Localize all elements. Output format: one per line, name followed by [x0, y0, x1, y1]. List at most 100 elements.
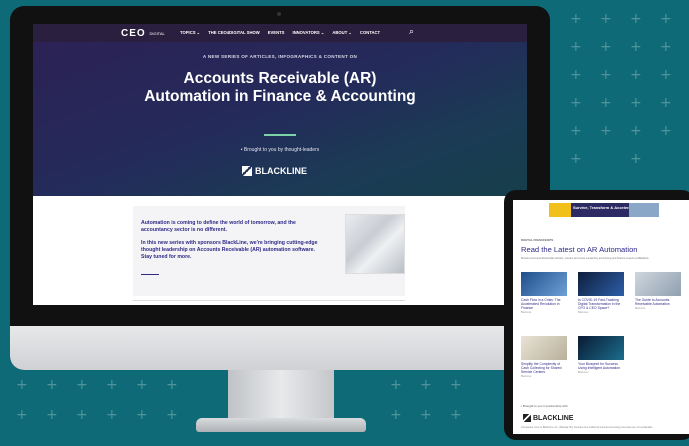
camera-icon: [277, 12, 281, 16]
article-title: The Guide to Accounts Receivable Automat…: [635, 298, 670, 306]
tablet-sponsor-name: BLACKLINE: [533, 414, 574, 422]
intro-panel: Automation is coming to define the world…: [133, 206, 405, 296]
plus-icon: +: [390, 407, 402, 423]
plus-icon: +: [76, 407, 88, 423]
article-card[interactable]: The Guide to Accounts Receivable Automat…: [635, 272, 681, 310]
tablet-brought-by: • Brought to you in partnership with: [521, 404, 568, 408]
brought-by-text: • Brought to you by thought-leaders: [240, 147, 320, 153]
monitor-base: [196, 418, 366, 432]
article-title: Is COVID-19 Fast-Tracking Digital Transf…: [578, 298, 621, 310]
section-divider: [133, 300, 405, 301]
tablet-description: Browse Accounts Receivable articles, con…: [521, 257, 650, 260]
plus-icon: +: [136, 407, 148, 423]
search-icon[interactable]: ⌕: [409, 27, 414, 37]
article-card[interactable]: Your Blueprint for Success Using Intelli…: [578, 336, 624, 374]
plus-icon: +: [660, 67, 672, 83]
plus-icon: +: [600, 39, 612, 55]
tablet-sponsor-logo[interactable]: BLACKLINE: [523, 414, 573, 422]
intro-photo: [345, 214, 405, 274]
plus-icon: +: [630, 67, 642, 83]
article-card[interactable]: Simplify the Complexity of Cash Collecti…: [521, 336, 567, 378]
sponsor-name: BLACKLINE: [255, 166, 307, 176]
article-meta: BlackLine: [635, 307, 646, 310]
tablet-screen: Survive, Transform & Accelerate DIGITAL …: [513, 200, 689, 434]
article-thumbnail: [635, 272, 681, 296]
section-label: DIGITAL FINANCEOPS: [521, 238, 554, 242]
plus-icon: +: [16, 377, 28, 393]
article-thumbnail: [578, 272, 624, 296]
ad-banner[interactable]: Survive, Transform & Accelerate: [549, 203, 659, 217]
plus-icon: +: [630, 39, 642, 55]
plus-icon: +: [570, 95, 582, 111]
article-title: Cash Flow in a Crisis: The Accelerated R…: [521, 298, 561, 310]
logo-text: CEO: [121, 28, 146, 39]
logo-suffix: DIGITAL: [149, 30, 165, 36]
article-thumbnail: [521, 272, 567, 296]
article-thumbnail: [521, 336, 567, 360]
article-card[interactable]: Cash Flow in a Crisis: The Accelerated R…: [521, 272, 567, 314]
plus-icon: +: [46, 377, 58, 393]
article-meta: BlackLine: [578, 371, 589, 374]
page-title: Accounts Receivable (AR) Automation in F…: [144, 70, 416, 105]
plus-icon: +: [630, 95, 642, 111]
ad-image-left: [549, 203, 571, 217]
article-meta: BlackLine: [521, 375, 532, 378]
article-title: Your Blueprint for Success Using Intelli…: [578, 362, 621, 370]
ad-text: Survive, Transform & Accelerate: [573, 205, 635, 210]
nav-item-show[interactable]: THE CEO4DIGITAL SHOW: [208, 30, 260, 35]
blackline-mark-icon: [242, 166, 252, 176]
plus-icon: +: [660, 123, 672, 139]
nav-item-innovators[interactable]: INNOVATORS ⌄: [292, 30, 324, 35]
plus-icon: +: [420, 407, 432, 423]
nav-item-topics[interactable]: TOPICS ⌄: [180, 30, 200, 35]
plus-icon: +: [630, 123, 642, 139]
title-underline: [264, 134, 296, 136]
nav-item-about[interactable]: ABOUT ⌄: [332, 30, 352, 35]
nav-menu: TOPICS ⌄ THE CEO4DIGITAL SHOW EVENTS INN…: [180, 30, 380, 35]
plus-icon: +: [570, 39, 582, 55]
hero-kicker: A NEW SERIES OF ARTICLES, INFOGRAPHICS &…: [202, 54, 358, 59]
plus-icon: +: [600, 123, 612, 139]
nav-item-contact[interactable]: CONTACT: [360, 30, 380, 35]
article-thumbnail: [578, 336, 624, 360]
site-logo[interactable]: CEO DIGITAL: [121, 28, 165, 39]
plus-icon: +: [570, 11, 582, 27]
plus-icon: +: [166, 407, 178, 423]
plus-icon: +: [106, 407, 118, 423]
plus-icon: +: [450, 407, 462, 423]
intro-paragraph-1: Automation is coming to define the world…: [141, 220, 296, 234]
plus-icon: +: [420, 377, 432, 393]
blackline-mark-icon: [523, 414, 531, 422]
article-meta: BlackLine: [578, 311, 589, 314]
desktop-screen: CEO DIGITAL TOPICS ⌄ THE CEO4DIGITAL SHO…: [33, 24, 527, 305]
article-title: Simplify the Complexity of Cash Collecti…: [521, 362, 562, 374]
plus-icon: +: [570, 151, 582, 167]
plus-icon: +: [166, 377, 178, 393]
plus-icon: +: [660, 95, 672, 111]
article-meta: BlackLine: [521, 311, 532, 314]
plus-icon: +: [630, 11, 642, 27]
hero-banner: A NEW SERIES OF ARTICLES, INFOGRAPHICS &…: [33, 42, 527, 196]
site-nav: CEO DIGITAL TOPICS ⌄ THE CEO4DIGITAL SHO…: [33, 24, 527, 42]
tablet-heading: Read the Latest on AR Automation: [521, 245, 638, 254]
plus-icon: +: [450, 377, 462, 393]
sponsor-logo[interactable]: BLACKLINE: [242, 166, 307, 176]
plus-icon: +: [630, 151, 642, 167]
intro-paragraph-2: In this new series with sponsors BlackLi…: [141, 240, 318, 261]
nav-item-events[interactable]: EVENTS: [268, 30, 285, 35]
plus-icon: +: [570, 123, 582, 139]
article-card[interactable]: Is COVID-19 Fast-Tracking Digital Transf…: [578, 272, 624, 314]
plus-icon: +: [106, 377, 118, 393]
plus-icon: +: [136, 377, 148, 393]
plus-icon: +: [570, 67, 582, 83]
monitor-chin: [10, 326, 550, 370]
plus-icon: +: [600, 95, 612, 111]
plus-icon: +: [660, 39, 672, 55]
plus-icon: +: [76, 377, 88, 393]
ad-image-right: [629, 203, 659, 217]
monitor-stand: [228, 370, 334, 422]
plus-icon: +: [16, 407, 28, 423]
plus-icon: +: [46, 407, 58, 423]
intro-underline: [141, 274, 159, 275]
tablet-footer-text: Companies come to BlackLine, Inc. (Nasda…: [521, 426, 654, 429]
